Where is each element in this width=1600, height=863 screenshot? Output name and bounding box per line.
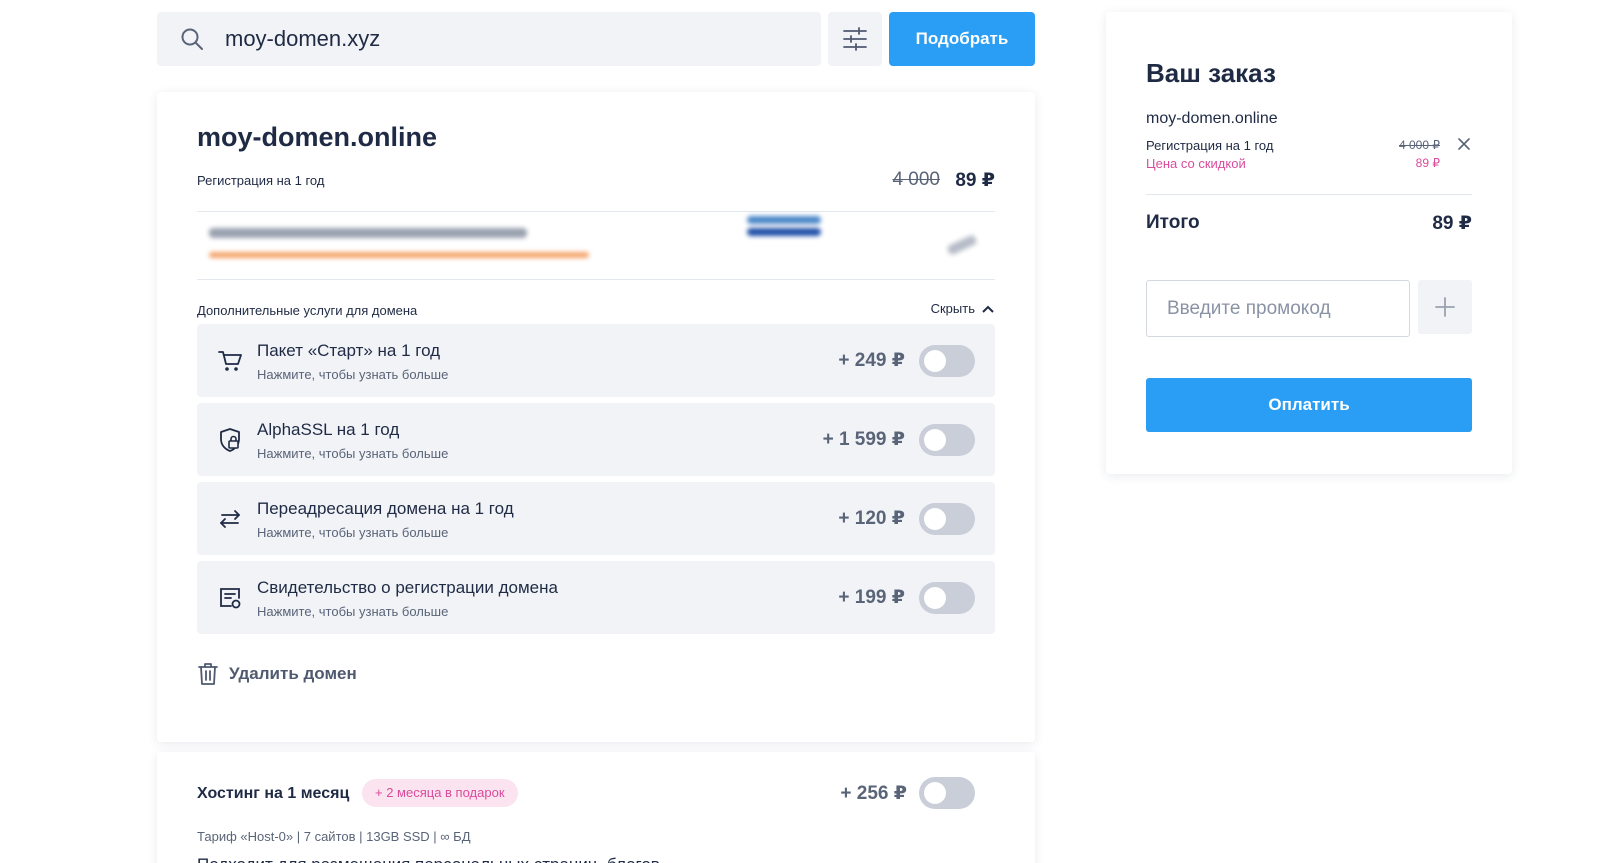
service-toggle[interactable]	[919, 424, 975, 456]
delete-domain-button[interactable]: Удалить домен	[197, 662, 357, 686]
close-icon[interactable]	[1456, 136, 1472, 152]
promo-code-input[interactable]	[1146, 280, 1410, 337]
registration-label: Регистрация на 1 год	[197, 173, 325, 188]
service-subtitle: Нажмите, чтобы узнать больше	[257, 367, 449, 382]
divider	[1146, 194, 1472, 195]
discount-label: Цена со скидкой	[1146, 156, 1246, 171]
domain-title: moy-domen.online	[197, 122, 438, 152]
service-title: Пакет «Старт» на 1 год	[257, 341, 441, 360]
divider	[197, 279, 995, 280]
order-registration-label: Регистрация на 1 год	[1146, 138, 1274, 153]
service-alphassl[interactable]: AlphaSSL на 1 год Нажмите, чтобы узнать …	[197, 403, 995, 476]
filter-button[interactable]	[828, 12, 882, 66]
service-title: Переадресация домена на 1 год	[257, 499, 514, 518]
domain-search-bar	[157, 12, 821, 66]
apply-promo-button[interactable]	[1418, 280, 1472, 334]
delete-domain-label: Удалить домен	[229, 664, 357, 683]
service-domain-redirect[interactable]: Переадресация домена на 1 год Нажмите, ч…	[197, 482, 995, 555]
divider	[197, 211, 995, 212]
service-toggle[interactable]	[919, 503, 975, 535]
domain-card: moy-domen.online Регистрация на 1 год 4 …	[157, 92, 1035, 742]
filter-sliders-icon	[843, 27, 867, 51]
gift-badge: + 2 месяца в подарок	[362, 779, 518, 807]
new-price: 89 ₽	[955, 170, 995, 191]
service-price: + 249 ₽	[838, 350, 905, 371]
order-domain-name: moy-domen.online	[1146, 110, 1278, 127]
hosting-card: Хостинг на 1 месяц + 2 месяца в подарок …	[157, 752, 1035, 863]
extra-services-label: Дополнительные услуги для домена	[197, 303, 418, 318]
hide-label: Скрыть	[930, 301, 975, 316]
domain-order-page: Подобрать moy-domen.online Регистрация н…	[0, 0, 1600, 863]
service-start-package[interactable]: Пакет «Старт» на 1 год Нажмите, чтобы уз…	[197, 324, 995, 397]
total-label: Итого	[1146, 212, 1200, 233]
pay-button[interactable]: Оплатить	[1146, 378, 1472, 432]
hosting-price: + 256 ₽	[840, 783, 907, 804]
hosting-specs: Тариф «Host-0» | 7 сайтов | 13GB SSD | ∞…	[197, 829, 471, 844]
service-subtitle: Нажмите, чтобы узнать больше	[257, 604, 449, 619]
service-price: + 199 ₽	[838, 587, 905, 608]
order-summary-card: Ваш заказ moy-domen.online Регистрация н…	[1106, 12, 1512, 474]
trash-icon	[198, 663, 218, 685]
service-price: + 1 599 ₽	[822, 429, 905, 450]
chevron-up-icon	[982, 305, 994, 313]
shield-lock-icon	[220, 428, 240, 452]
plus-icon	[1435, 297, 1455, 317]
order-old-price: 4 000 ₽	[1399, 138, 1440, 152]
total-value: 89 ₽	[1432, 213, 1472, 234]
hide-extras-toggle[interactable]: Скрыть	[931, 301, 995, 316]
hosting-description: Подходит для размещения персональных стр…	[197, 855, 660, 863]
old-price: 4 000	[892, 169, 940, 190]
redirect-arrows-icon	[220, 510, 240, 528]
domain-search-input[interactable]	[225, 26, 785, 52]
service-subtitle: Нажмите, чтобы узнать больше	[257, 525, 449, 540]
hosting-toggle[interactable]	[919, 777, 975, 809]
order-title: Ваш заказ	[1146, 58, 1276, 88]
search-icon	[181, 28, 203, 50]
service-title: AlphaSSL на 1 год	[257, 420, 400, 439]
hosting-title: Хостинг на 1 месяц	[197, 785, 350, 802]
pick-domain-button[interactable]: Подобрать	[889, 12, 1035, 66]
discount-price: 89 ₽	[1415, 156, 1440, 170]
certificate-icon	[220, 588, 241, 609]
service-registration-certificate[interactable]: Свидетельство о регистрации домена Нажми…	[197, 561, 995, 634]
service-price: + 120 ₽	[838, 508, 905, 529]
service-toggle[interactable]	[919, 582, 975, 614]
service-subtitle: Нажмите, чтобы узнать больше	[257, 446, 449, 461]
service-title: Свидетельство о регистрации домена	[257, 578, 558, 597]
cart-icon	[218, 351, 242, 371]
service-toggle[interactable]	[919, 345, 975, 377]
